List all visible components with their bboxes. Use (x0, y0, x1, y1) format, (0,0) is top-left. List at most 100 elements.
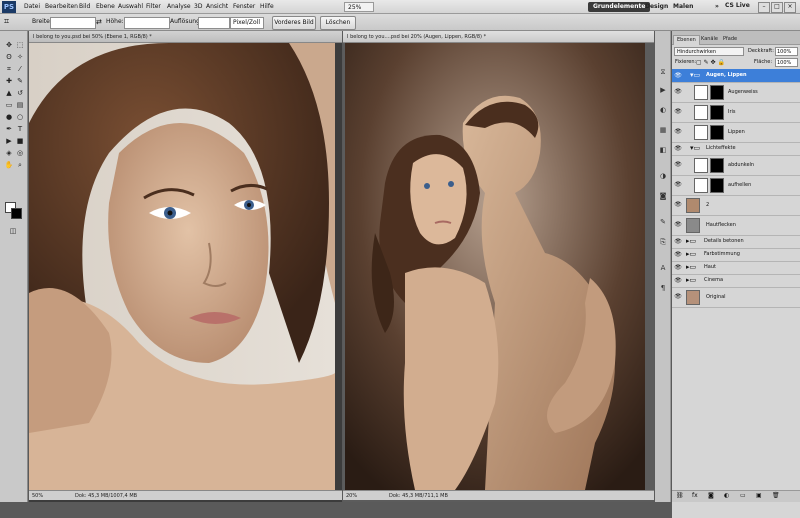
layer-row[interactable]: 👁 ▾▭ Lichteffekte (672, 142, 800, 156)
menu-auswahl[interactable]: Auswahl (118, 0, 143, 14)
menu-bild[interactable]: Bild (79, 0, 90, 14)
maximize-button[interactable]: □ (771, 2, 783, 13)
vorderes-bild-button[interactable]: Vorderes Bild (272, 16, 316, 30)
layer-row[interactable]: 👁 Lippen (672, 122, 800, 143)
link-layers-icon[interactable]: ⛓ (676, 492, 684, 499)
document-tab-1[interactable]: I belong to you.psd bei 50% (Ebene 1, RG… (29, 31, 342, 43)
menu-filter[interactable]: Filter (146, 0, 161, 14)
clone-source-panel-icon[interactable]: ⎘ (658, 237, 668, 247)
layer-row[interactable]: 👁 abdunkeln (672, 155, 800, 176)
unit-select[interactable]: Pixel/Zoll (230, 17, 264, 29)
eye-icon[interactable]: 👁 (674, 274, 682, 287)
blur-tool-icon[interactable]: ● (4, 113, 14, 122)
aufloesung-field[interactable] (198, 17, 230, 29)
fill-field[interactable]: 100% (775, 58, 798, 67)
dodge-tool-icon[interactable]: ○ (15, 113, 25, 122)
layer-row[interactable]: 👁 Hautflecken (672, 215, 800, 236)
eye-icon[interactable]: 👁 (674, 235, 682, 248)
eye-icon[interactable]: 👁 (674, 248, 682, 261)
layer-row[interactable]: 👁 ▸▭ Cinema (672, 274, 800, 288)
layer-row[interactable]: 👁 ▸▭ Details betonen (672, 235, 800, 249)
eye-icon[interactable]: 👁 (674, 122, 682, 142)
eye-icon[interactable]: 👁 (674, 155, 682, 175)
shape-tool-icon[interactable]: ■ (15, 137, 25, 146)
eye-icon[interactable]: 👁 (674, 82, 682, 102)
clone-stamp-icon[interactable]: ▲ (4, 89, 14, 98)
eye-icon[interactable]: 👁 (674, 261, 682, 274)
layer-row[interactable]: 👁 Original (672, 287, 800, 308)
lock-icon[interactable]: ▢ ✎ ✥ 🔒 (696, 58, 725, 67)
path-selection-icon[interactable]: ▶ (4, 137, 14, 146)
new-group-icon[interactable]: ▭ (740, 492, 746, 499)
layer-row[interactable]: 👁 Iris (672, 102, 800, 123)
3d-orbit-icon[interactable]: ◎ (15, 149, 25, 158)
tab-kanaele[interactable]: Kanäle (698, 35, 721, 44)
adjustment-layer-icon[interactable]: ◐ (724, 492, 729, 499)
actions-panel-icon[interactable]: ▶ (658, 85, 668, 95)
workspace-malen-button[interactable]: Malen (668, 2, 698, 12)
masks-panel-icon[interactable]: ◙ (658, 191, 668, 201)
layer-row[interactable]: 👁 2 (672, 195, 800, 216)
styles-panel-icon[interactable]: ◧ (658, 145, 668, 155)
marquee-tool-icon[interactable]: ⬚ (15, 41, 25, 50)
document-tab-2[interactable]: I belong to you....psd bei 20% (Augen, L… (343, 31, 654, 43)
zoom-level-1[interactable]: 50% (32, 491, 43, 501)
tab-pfade[interactable]: Pfade (720, 35, 740, 44)
fx-icon[interactable]: fx (692, 492, 698, 499)
lasso-tool-icon[interactable]: ʘ (4, 53, 14, 62)
adjustments-panel-icon[interactable]: ◑ (658, 171, 668, 181)
menu-ebene[interactable]: Ebene (96, 0, 115, 14)
eye-icon[interactable]: 👁 (674, 142, 682, 155)
layer-row[interactable]: 👁 aufhellen (672, 175, 800, 196)
magic-wand-tool-icon[interactable]: ✧ (15, 53, 25, 62)
menu-fenster[interactable]: Fenster (233, 0, 255, 14)
quick-mask-icon[interactable]: ◫ (8, 227, 18, 236)
eyedropper-tool-icon[interactable]: ⁄ (15, 65, 25, 74)
menu-ansicht[interactable]: Ansicht (206, 0, 228, 14)
tab-ebenen[interactable]: Ebenen (673, 35, 700, 45)
eye-icon[interactable]: 👁 (674, 69, 682, 82)
menu-hilfe[interactable]: Hilfe (260, 0, 274, 14)
eraser-tool-icon[interactable]: ▭ (4, 101, 14, 110)
crop-tool-icon[interactable]: ⌗ (4, 17, 9, 27)
menu-3d[interactable]: 3D (194, 0, 202, 14)
cs-live-button[interactable]: CS Live (720, 1, 755, 11)
gradient-tool-icon[interactable]: ▤ (15, 101, 25, 110)
pen-tool-icon[interactable]: ✒ (4, 125, 14, 134)
3d-rotate-icon[interactable]: ◈ (4, 149, 14, 158)
zoom-level-2[interactable]: 20% (346, 491, 357, 501)
eye-icon[interactable]: 👁 (674, 287, 682, 307)
breite-field[interactable] (50, 17, 96, 29)
zoom-dropdown[interactable]: 25% (344, 2, 374, 12)
move-tool-icon[interactable]: ✥ (4, 41, 14, 50)
hand-tool-icon[interactable]: ✋ (4, 161, 14, 170)
close-button[interactable]: × (784, 2, 796, 13)
type-tool-icon[interactable]: T (15, 125, 25, 134)
swap-icon[interactable]: ⇄ (96, 17, 102, 27)
zoom-tool-icon[interactable]: ⌕ (15, 161, 25, 170)
healing-brush-icon[interactable]: ✚ (4, 77, 14, 86)
layer-row[interactable]: 👁 ▸▭ Haut (672, 261, 800, 275)
eye-icon[interactable]: 👁 (674, 195, 682, 215)
new-layer-icon[interactable]: ▣ (756, 492, 762, 499)
character-panel-icon[interactable]: A (658, 263, 668, 273)
loeschen-button[interactable]: Löschen (320, 16, 356, 30)
color-panel-icon[interactable]: ◐ (658, 105, 668, 115)
menu-datei[interactable]: Datei (24, 0, 40, 14)
trash-icon[interactable]: 🗑 (772, 492, 780, 499)
add-mask-icon[interactable]: ◙ (708, 492, 714, 499)
paragraph-panel-icon[interactable]: ¶ (658, 283, 668, 293)
blend-mode-select[interactable]: Hindurchwirken (674, 47, 744, 56)
background-color-swatch[interactable] (11, 208, 22, 219)
brushes-panel-icon[interactable]: ✎ (658, 217, 668, 227)
crop-icon[interactable]: ⌗ (4, 65, 14, 74)
layer-row[interactable]: 👁 ▾▭ Augen, Lippen (672, 69, 800, 83)
layer-row[interactable]: 👁 ▸▭ Farbstimmung (672, 248, 800, 262)
menu-bearbeiten[interactable]: Bearbeiten (45, 0, 78, 14)
swatches-panel-icon[interactable]: ▦ (658, 125, 668, 135)
hoehe-field[interactable] (124, 17, 170, 29)
eye-icon[interactable]: 👁 (674, 102, 682, 122)
eye-icon[interactable]: 👁 (674, 175, 682, 195)
history-brush-icon[interactable]: ↺ (15, 89, 25, 98)
layer-row[interactable]: 👁 Augenweiss (672, 82, 800, 103)
